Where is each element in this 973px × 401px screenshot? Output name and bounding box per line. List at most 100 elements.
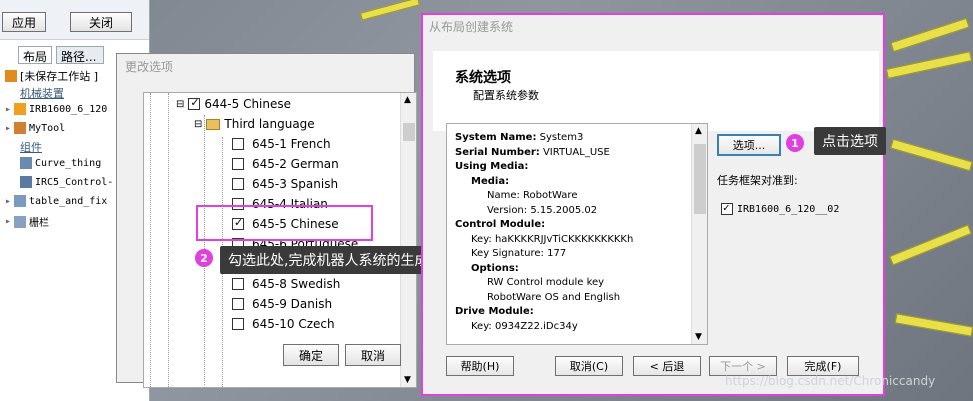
info-label: Media:: [471, 175, 510, 187]
info-scrollbar[interactable]: ▲ ▼: [691, 124, 707, 344]
component-item[interactable]: Curve_thing: [20, 157, 101, 169]
folder-item[interactable]: ⊟ Third language: [194, 117, 315, 131]
info-value: Key: haKKKKRJJvTiCKKKKKKKKKh: [471, 233, 634, 245]
info-line: Name: RobotWare: [487, 190, 577, 201]
tree-line: [168, 93, 169, 387]
cancel-button[interactable]: 取消(C): [555, 356, 623, 376]
close-button[interactable]: 关闭: [70, 12, 132, 32]
info-line: Options:: [471, 263, 519, 274]
table-icon: [14, 195, 27, 207]
ok-button[interactable]: 确定: [283, 344, 339, 366]
expand-icon[interactable]: ▸: [5, 196, 11, 207]
station-label: [未保存工作站 ]: [20, 70, 99, 83]
finish-button[interactable]: 完成(F): [787, 356, 859, 376]
option-checkbox[interactable]: [232, 318, 244, 330]
info-value: Name: RobotWare: [487, 190, 578, 201]
dialog-title: 更改选项: [125, 60, 174, 74]
callout-1-number: 1: [786, 134, 804, 152]
component-label: table_and_fix: [29, 195, 108, 207]
options-button[interactable]: 选项...: [717, 134, 781, 156]
option-item[interactable]: 645-3 Spanish: [232, 177, 338, 191]
option-item[interactable]: 645-9 Danish: [232, 297, 332, 311]
scrollbar-thumb[interactable]: [403, 123, 415, 141]
parent-option[interactable]: ⊟ 644-5 Chinese: [176, 96, 291, 111]
frame-align-label: 任务框架对准到:: [717, 174, 798, 187]
info-value: Key: 0934Z22.iDc34y: [471, 320, 578, 332]
option-item[interactable]: 645-2 German: [232, 157, 339, 171]
tool-item[interactable]: ▸ MyTool: [5, 122, 65, 134]
info-label: Drive Module:: [455, 306, 534, 317]
component-label: IRC5_Control-: [35, 176, 114, 188]
option-checkbox[interactable]: [232, 278, 244, 290]
options-scrollbar[interactable]: ▲ ▼: [400, 93, 416, 387]
info-line: Control Module:: [455, 219, 545, 230]
callout-2-text: 勾选此处,完成机器人系统的生成: [220, 246, 437, 274]
info-value: Key Signature: 177: [471, 248, 567, 259]
info-line: Serial Number: VIRTUAL_USE: [455, 147, 610, 158]
option-item[interactable]: 645-8 Swedish: [232, 277, 340, 291]
info-line: Media:: [471, 176, 509, 187]
scroll-up-icon[interactable]: ▲: [404, 95, 411, 105]
option-checkbox[interactable]: [232, 158, 244, 170]
dialog-title: 从布局创建系统: [429, 20, 514, 34]
component-item[interactable]: IRC5_Control-: [20, 176, 113, 188]
info-label: Using Media:: [455, 161, 529, 172]
expand-icon[interactable]: ▸: [5, 216, 11, 227]
component-item[interactable]: ▸ table_and_fix: [5, 195, 107, 207]
robot-item[interactable]: ▸ IRB1600_6_120: [5, 103, 107, 115]
info-value: RobotWare OS and English: [487, 291, 621, 303]
collapse-icon[interactable]: ⊟: [194, 119, 202, 130]
frame-item[interactable]: IRB1600_6_120__02: [721, 201, 840, 215]
header-subtitle: 配置系统参数: [473, 89, 539, 102]
option-checkbox[interactable]: [232, 138, 244, 150]
back-button[interactable]: < 后退: [633, 356, 701, 376]
scroll-down-icon[interactable]: ▼: [404, 375, 411, 385]
tab-layout[interactable]: 布局: [18, 46, 52, 64]
tab-paths[interactable]: 路径...: [56, 46, 104, 64]
components-group[interactable]: 组件: [20, 139, 42, 155]
component-label: Curve_thing: [35, 157, 102, 169]
option-checkbox[interactable]: [232, 298, 244, 310]
expand-icon[interactable]: ▸: [5, 104, 11, 115]
help-button[interactable]: 帮助(H): [446, 356, 514, 376]
station-icon: [5, 70, 17, 82]
option-checkbox[interactable]: [232, 178, 244, 190]
info-line: Using Media:: [455, 161, 528, 172]
scrollbar-thumb[interactable]: [694, 144, 706, 214]
scroll-up-icon[interactable]: ▲: [695, 126, 702, 136]
expand-icon[interactable]: ▸: [5, 123, 11, 134]
option-label: 645-9 Danish: [252, 297, 333, 311]
apply-button[interactable]: 应用: [2, 12, 46, 32]
cancel-button[interactable]: 取消: [345, 344, 401, 366]
frame-item-label: IRB1600_6_120__02: [737, 203, 840, 215]
fence-icon: [14, 215, 27, 228]
info-value: VIRTUAL_USE: [542, 146, 610, 158]
dialog-header: 系统选项 配置系统参数: [433, 51, 879, 131]
option-label: 645-1 French: [252, 137, 331, 151]
info-line: RobotWare OS and English: [487, 292, 620, 303]
parent-checkbox[interactable]: [188, 96, 201, 110]
option-item[interactable]: 645-1 French: [232, 137, 331, 151]
component-label: 栅栏: [29, 218, 50, 229]
option-label: 645-8 Swedish: [252, 277, 341, 291]
station-item[interactable]: [未保存工作站 ]: [5, 68, 98, 84]
info-value: Version: 5.15.2005.02: [487, 204, 598, 216]
robot-label: IRB1600_6_120: [29, 103, 108, 115]
info-line: Key: haKKKKRJJvTiCKKKKKKKKKh: [471, 234, 633, 245]
scroll-down-icon[interactable]: ▼: [695, 332, 702, 342]
frame-checkbox[interactable]: [721, 201, 733, 215]
option-item[interactable]: 645-10 Czech: [232, 317, 335, 331]
header-title: 系统选项: [455, 70, 511, 86]
info-value: RW Control module key: [487, 277, 605, 288]
callout-1-text: 点击选项: [814, 127, 886, 155]
collapse-icon[interactable]: ⊟: [176, 99, 184, 110]
folder-label: Third language: [224, 117, 315, 131]
watermark: https://blog.csdn.net/Chroniccandy: [725, 374, 936, 388]
next-button[interactable]: 下一个 >: [709, 356, 777, 376]
mechanism-group[interactable]: 机械装置: [20, 85, 64, 101]
info-line: Key Signature: 177: [471, 248, 566, 259]
info-line: System Name: System3: [455, 132, 583, 143]
info-label: Options:: [471, 262, 519, 274]
tree-line: [150, 93, 151, 387]
component-item[interactable]: ▸ 栅栏: [5, 214, 49, 229]
